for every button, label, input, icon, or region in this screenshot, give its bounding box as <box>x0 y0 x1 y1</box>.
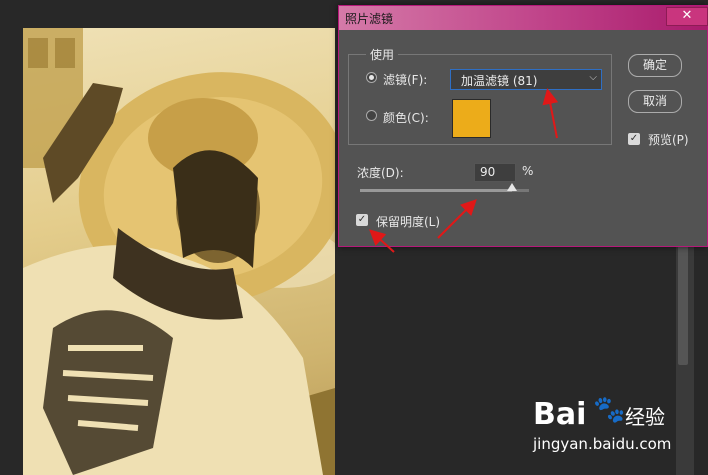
preserve-luminosity-checkbox[interactable]: ✓ <box>356 214 368 226</box>
watermark-logo: Bai <box>533 397 587 432</box>
dialog-titlebar[interactable]: 照片滤镜 ✕ <box>339 6 708 30</box>
percent-sign: % <box>522 164 534 178</box>
close-button[interactable]: ✕ <box>666 7 708 26</box>
filter-radio[interactable] <box>366 72 377 83</box>
density-input[interactable]: 90 <box>474 163 516 182</box>
photo-preview <box>23 28 335 475</box>
density-slider[interactable] <box>360 189 529 192</box>
preview-checkbox[interactable]: ✓ <box>628 133 640 145</box>
color-radio[interactable] <box>366 110 377 121</box>
filter-dropdown-value: 加温滤镜 (81) <box>461 74 538 88</box>
vertical-scrollbar[interactable] <box>678 245 688 365</box>
cancel-button[interactable]: 取消 <box>628 90 682 113</box>
density-slider-thumb[interactable] <box>507 183 518 191</box>
paw-icon: 🐾 <box>593 395 626 425</box>
color-radio-label[interactable]: 颜色(C): <box>383 109 429 126</box>
filter-dropdown[interactable]: 加温滤镜 (81) ⌵ <box>450 69 602 90</box>
density-slider-fill <box>360 189 513 192</box>
color-swatch[interactable] <box>452 99 491 138</box>
photo-filter-dialog: 照片滤镜 ✕ 使用 滤镜(F): 加温滤镜 (81) ⌵ 颜色(C): 确定 取… <box>338 5 708 247</box>
filter-radio-label[interactable]: 滤镜(F): <box>383 71 427 88</box>
density-label: 浓度(D): <box>357 166 404 180</box>
preserve-luminosity-label[interactable]: 保留明度(L) <box>376 213 440 230</box>
preview-label[interactable]: 预览(P) <box>648 131 689 148</box>
close-icon: ✕ <box>681 8 693 23</box>
watermark-site: jingyan.baidu.com <box>533 435 672 453</box>
ok-button[interactable]: 确定 <box>628 54 682 77</box>
chevron-down-icon: ⌵ <box>589 72 597 83</box>
density-value: 90 <box>480 165 496 179</box>
dialog-title: 照片滤镜 <box>345 12 394 26</box>
photo-illustration <box>23 28 335 475</box>
baidu-jingyan-watermark: Bai 🐾 经验 jingyan.baidu.com <box>533 395 708 475</box>
watermark-brand: 经验 <box>625 405 665 429</box>
use-group-label: 使用 <box>366 46 399 63</box>
